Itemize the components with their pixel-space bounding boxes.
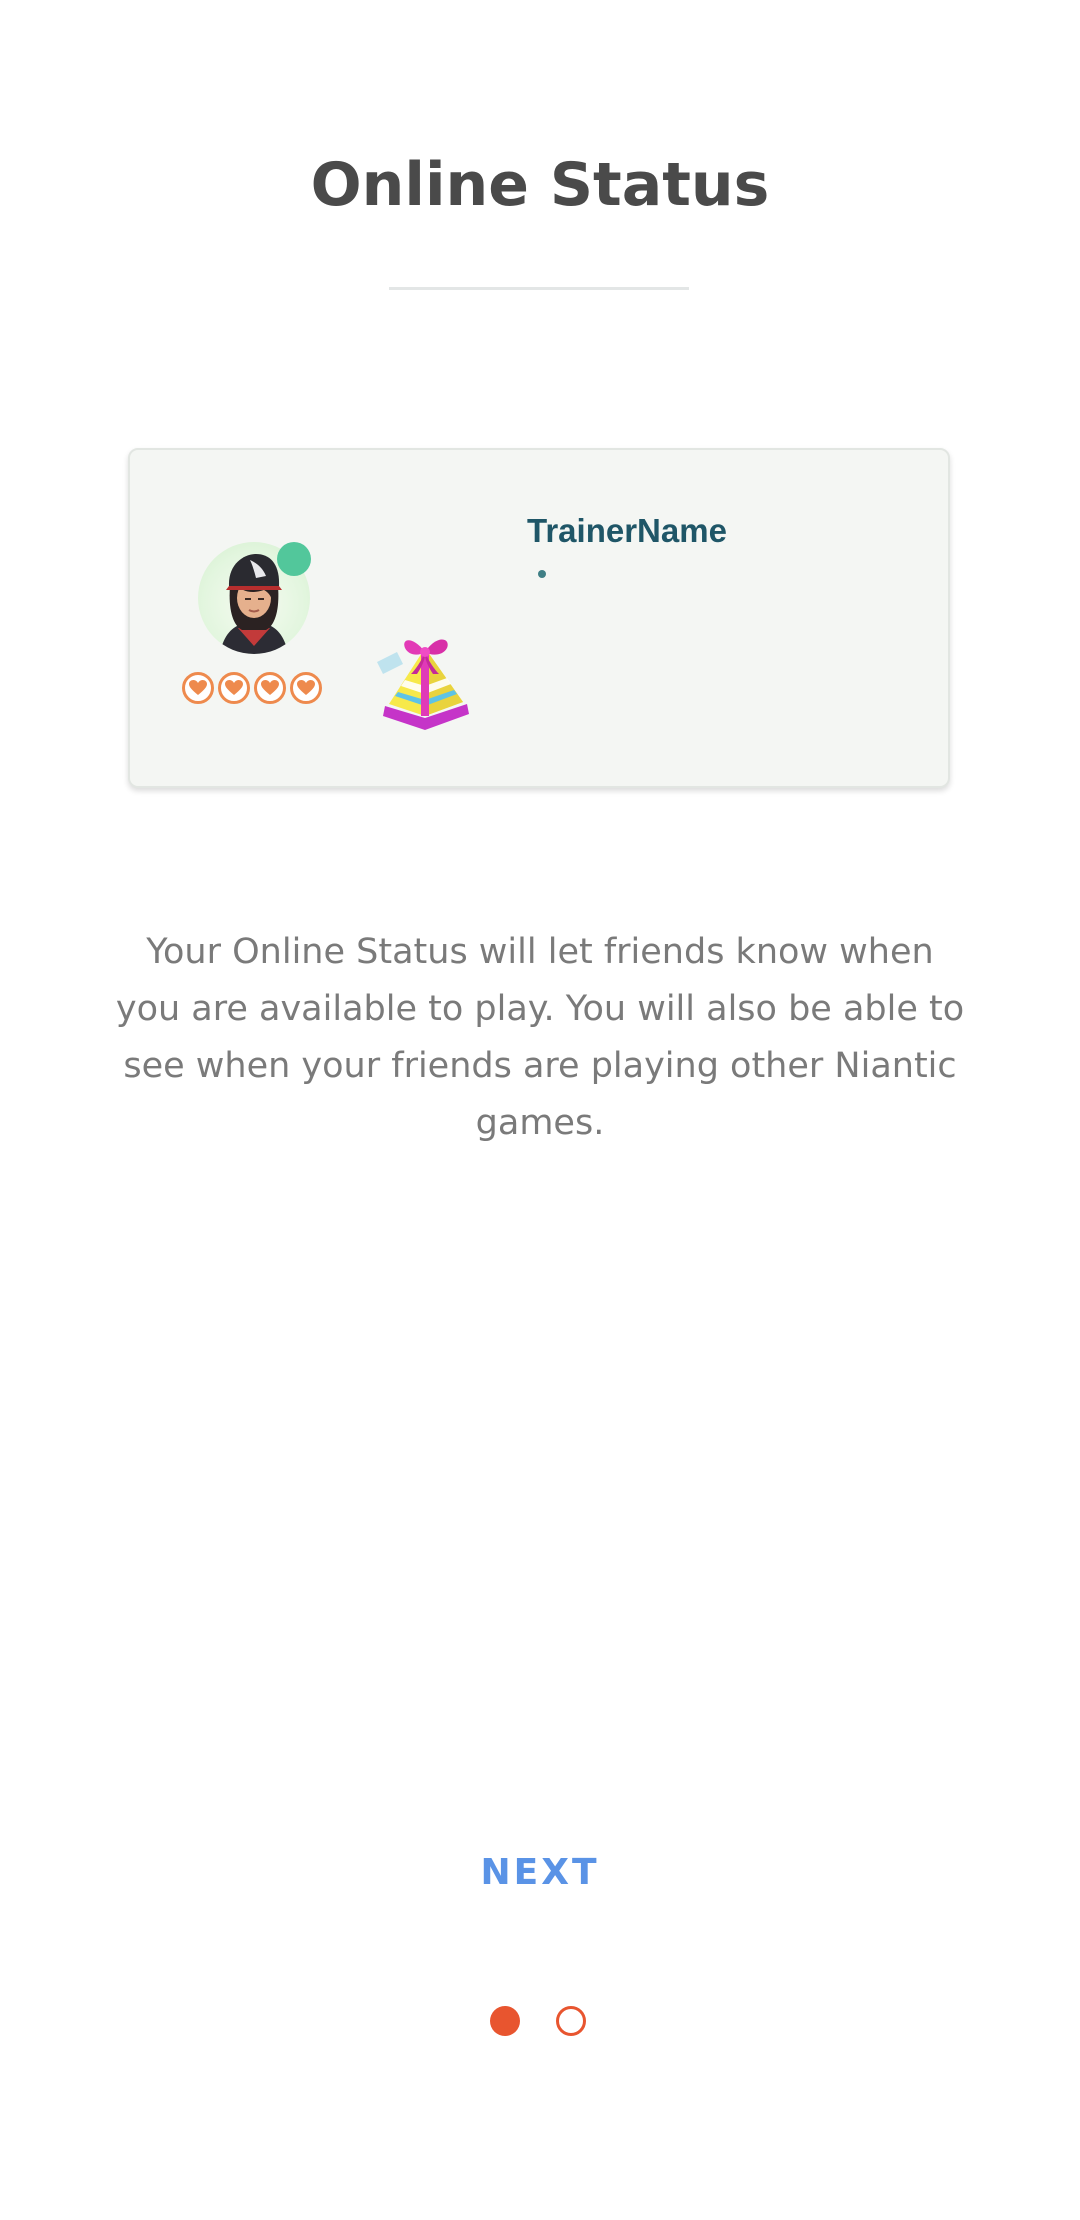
gift-icon — [375, 618, 475, 733]
description-text: Your Online Status will let friends know… — [115, 932, 965, 1143]
heart-icon — [218, 672, 250, 704]
heart-icon — [254, 672, 286, 704]
page-indicator — [490, 2006, 586, 2036]
heart-icon — [182, 672, 214, 704]
online-dot-icon — [277, 542, 311, 576]
status-dot — [538, 570, 546, 578]
heart-icon — [290, 672, 322, 704]
friend-card-preview: TrainerName — [128, 448, 950, 788]
page-dot-2 — [556, 2006, 586, 2036]
friendship-hearts — [182, 672, 322, 704]
title-divider — [389, 287, 689, 290]
page-dot-1 — [490, 2006, 520, 2036]
page-title: Online Status — [310, 150, 770, 220]
next-button[interactable]: NEXT — [440, 1832, 640, 1912]
trainer-name: TrainerName — [527, 512, 727, 549]
